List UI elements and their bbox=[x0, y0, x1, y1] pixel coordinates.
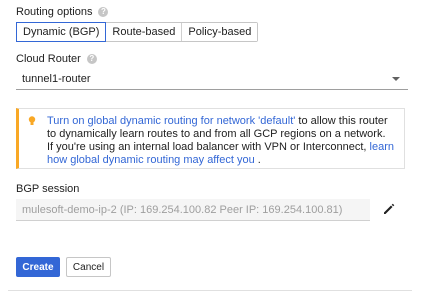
routing-options-header: Routing options ? bbox=[16, 6, 109, 18]
routing-options-label: Routing options bbox=[16, 6, 93, 18]
bgp-session-value: mulesoft-demo-ip-2 (IP: 169.254.100.82 P… bbox=[22, 203, 343, 216]
create-button[interactable]: Create bbox=[16, 257, 60, 277]
help-icon[interactable]: ? bbox=[86, 54, 97, 64]
bgp-session-header: BGP session bbox=[16, 183, 79, 195]
dropdown-arrow-icon bbox=[392, 77, 400, 81]
cloud-router-value: tunnel1-router bbox=[22, 72, 91, 85]
cloud-router-select[interactable]: tunnel1-router bbox=[16, 68, 408, 90]
routing-options-toggle: Dynamic (BGP) Route-based Policy-based bbox=[16, 22, 259, 42]
warning-text-end: . bbox=[254, 154, 261, 166]
help-icon[interactable]: ? bbox=[98, 7, 109, 17]
router-config-form: Routing options ? Dynamic (BGP) Route-ba… bbox=[0, 0, 430, 304]
bgp-session-label: BGP session bbox=[16, 183, 80, 195]
global-routing-warning: Turn on global dynamic routing for netwo… bbox=[16, 108, 405, 169]
divider bbox=[8, 290, 412, 291]
routing-option-route-based[interactable]: Route-based bbox=[106, 23, 183, 41]
bgp-session-field: mulesoft-demo-ip-2 (IP: 169.254.100.82 P… bbox=[16, 199, 370, 221]
edit-pencil-icon[interactable] bbox=[382, 202, 396, 216]
cloud-router-header: Cloud Router ? bbox=[16, 53, 97, 65]
cancel-button[interactable]: Cancel bbox=[66, 257, 111, 277]
routing-option-policy-based[interactable]: Policy-based bbox=[182, 23, 258, 41]
cloud-router-label: Cloud Router bbox=[16, 53, 81, 65]
global-routing-link[interactable]: Turn on global dynamic routing for netwo… bbox=[47, 115, 295, 127]
routing-option-dynamic-bgp[interactable]: Dynamic (BGP) bbox=[16, 22, 107, 42]
lightbulb-icon bbox=[28, 116, 36, 125]
